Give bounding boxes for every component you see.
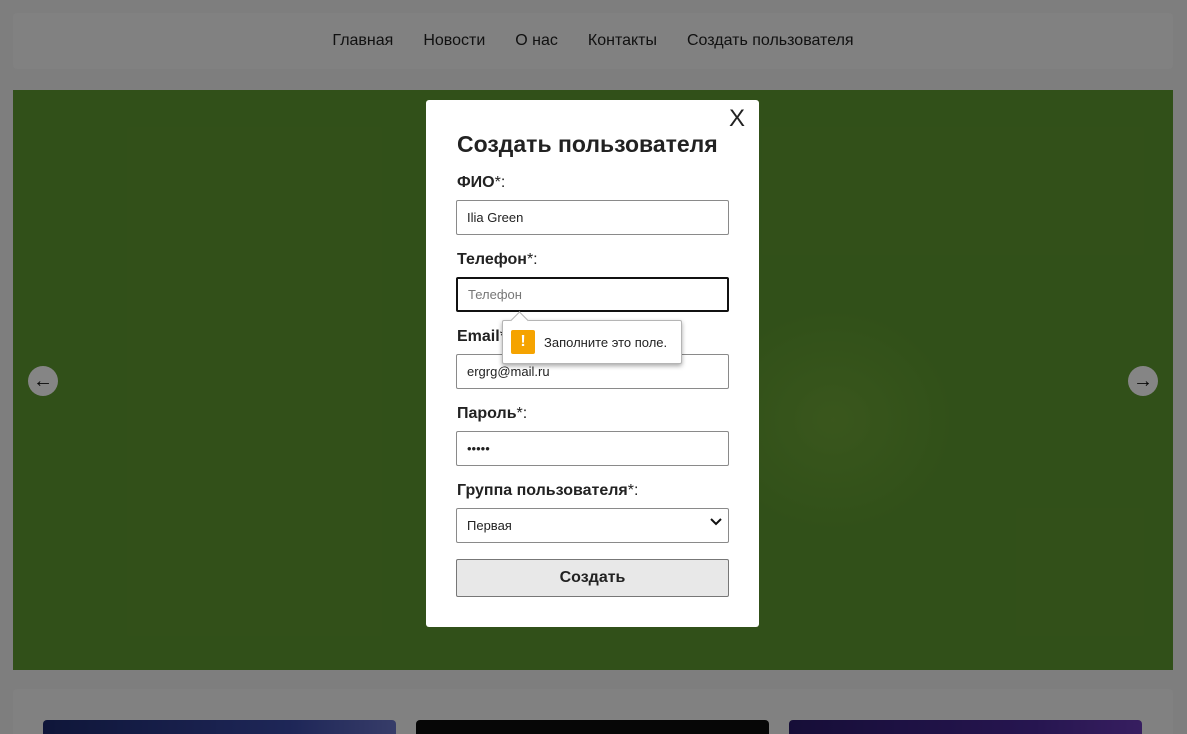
phone-input[interactable] bbox=[456, 277, 729, 312]
password-label: Пароль*: bbox=[457, 405, 527, 423]
group-label: Группа пользователя*: bbox=[457, 482, 638, 500]
phone-label: Телефон*: bbox=[457, 251, 538, 269]
name-label: ФИО*: bbox=[457, 174, 505, 192]
required-mark: *: bbox=[494, 174, 506, 191]
required-mark: *: bbox=[516, 405, 528, 422]
validation-message: Заполните это поле. bbox=[544, 334, 668, 350]
required-mark: *: bbox=[526, 251, 538, 268]
phone-label-text: Телефон bbox=[457, 251, 527, 268]
group-select[interactable]: Первая bbox=[456, 508, 729, 543]
name-label-text: ФИО bbox=[457, 174, 495, 191]
group-label-text: Группа пользователя bbox=[457, 482, 628, 499]
create-button[interactable]: Создать bbox=[456, 559, 729, 597]
modal-title: Создать пользователя bbox=[457, 131, 718, 157]
warning-icon: ! bbox=[511, 330, 535, 354]
required-mark: *: bbox=[627, 482, 639, 499]
email-label-text: Email bbox=[457, 328, 500, 345]
close-button[interactable]: X bbox=[729, 107, 745, 131]
name-input[interactable] bbox=[456, 200, 729, 235]
password-label-text: Пароль bbox=[457, 405, 517, 422]
validation-tooltip: ! Заполните это поле. bbox=[502, 320, 682, 364]
password-input[interactable] bbox=[456, 431, 729, 466]
